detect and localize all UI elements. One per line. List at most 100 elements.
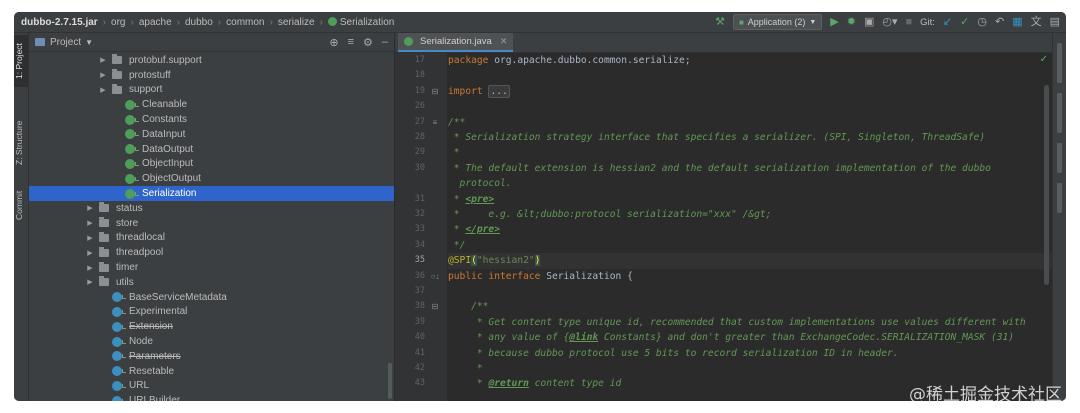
locate-icon[interactable]: ⊕ xyxy=(329,36,338,49)
rollback-icon[interactable]: ↶ xyxy=(995,12,1004,32)
code-line[interactable]: * Serialization strategy interface that … xyxy=(448,130,1052,145)
code-line[interactable]: /** xyxy=(448,299,1052,314)
code-area[interactable]: package org.apache.dubbo.common.serializ… xyxy=(448,53,1052,401)
run-icon[interactable]: ▶ xyxy=(830,12,838,32)
code-line[interactable]: import ... xyxy=(448,84,1052,99)
tree-item[interactable]: ▶ timer xyxy=(29,260,394,275)
hide-icon[interactable]: – xyxy=(382,36,388,48)
code-line[interactable]: */ xyxy=(448,238,1052,253)
history-icon[interactable]: ◷ xyxy=(977,12,987,32)
tree-item[interactable]: Cleanable xyxy=(29,97,394,112)
code-line[interactable]: * <pre> xyxy=(448,192,1052,207)
translate-icon[interactable]: 文 xyxy=(1031,12,1042,32)
breadcrumb-item[interactable]: apache xyxy=(138,17,173,28)
breadcrumb-item[interactable]: org xyxy=(110,17,126,28)
breadcrumb-label: serialize xyxy=(277,16,315,28)
fold-icon[interactable]: ⊟ xyxy=(428,84,442,99)
right-tool-tab[interactable] xyxy=(1057,143,1062,173)
git-commit-icon[interactable]: ✓ xyxy=(960,12,969,32)
tree-item[interactable]: Serialization xyxy=(29,186,394,201)
right-tool-tab[interactable] xyxy=(1057,183,1062,213)
code-line[interactable]: * </pre> xyxy=(448,222,1052,237)
run-configuration-select[interactable]: ■ Application (2) ▼ xyxy=(732,14,823,30)
collapse-all-icon[interactable]: ≡ xyxy=(348,36,354,48)
debug-icon[interactable]: ✹ xyxy=(847,12,856,32)
code-line[interactable]: @SPI("hessian2") xyxy=(448,253,1052,269)
code-line[interactable]: * any value of {@link Constants} and don… xyxy=(448,330,1052,345)
tree-item[interactable]: ▶ protobuf.support xyxy=(29,53,394,68)
expand-arrow-icon[interactable]: ▶ xyxy=(85,249,95,257)
expand-arrow-icon[interactable]: ▶ xyxy=(85,278,95,286)
right-tool-tab[interactable] xyxy=(1057,93,1062,133)
breadcrumb-item[interactable]: dubbo xyxy=(184,17,214,28)
expand-arrow-icon[interactable]: ▶ xyxy=(85,219,95,227)
tree-item[interactable]: ▶ utils xyxy=(29,275,394,290)
implementations-gutter-icon[interactable]: ○↓ xyxy=(428,269,442,284)
expand-arrow-icon[interactable]: ▶ xyxy=(85,234,95,242)
layout-icon[interactable]: ▤ xyxy=(1050,12,1060,32)
tree-item[interactable]: ObjectOutput xyxy=(29,171,394,186)
code-line[interactable]: * because dubbo protocol use 5 bits to r… xyxy=(448,346,1052,361)
tree-item[interactable]: ObjectInput xyxy=(29,157,394,172)
tree-item[interactable]: ▶ store xyxy=(29,216,394,231)
code-line[interactable]: protocol. xyxy=(448,176,1052,191)
tree-item[interactable]: URL xyxy=(29,379,394,394)
tree-item[interactable]: DataOutput xyxy=(29,142,394,157)
code-line[interactable]: /** xyxy=(448,115,1052,130)
tree-item[interactable]: Constants xyxy=(29,112,394,127)
breadcrumb-item[interactable]: common xyxy=(225,17,265,28)
expand-arrow-icon[interactable]: ▶ xyxy=(98,56,108,64)
fold-icon[interactable]: ⊟ xyxy=(428,299,442,314)
tree-item[interactable]: ▶ status xyxy=(29,201,394,216)
code-line[interactable]: * xyxy=(448,145,1052,160)
tab-structure[interactable]: Z: Structure xyxy=(14,111,28,175)
project-scrollbar[interactable] xyxy=(388,363,392,399)
code-line[interactable]: package org.apache.dubbo.common.serializ… xyxy=(448,53,1052,68)
editor-scrollbar[interactable] xyxy=(1044,85,1049,285)
tree-item[interactable]: BaseServiceMetadata xyxy=(29,290,394,305)
code-line[interactable]: * The default extension is hessian2 and … xyxy=(448,161,1052,176)
tree-item[interactable]: Extension xyxy=(29,319,394,334)
breadcrumb-item[interactable]: dubbo-2.7.15.jar xyxy=(20,17,99,28)
tree-item[interactable]: Resetable xyxy=(29,364,394,379)
coverage-icon[interactable]: ▣ xyxy=(864,12,874,32)
tree-item[interactable]: DataInput xyxy=(29,127,394,142)
breadcrumb-item[interactable]: Serialization xyxy=(327,16,395,28)
git-update-icon[interactable]: ↙ xyxy=(943,12,952,32)
tree-item[interactable]: Experimental xyxy=(29,305,394,320)
hammer-icon[interactable]: ⚒ xyxy=(715,12,725,32)
project-title[interactable]: Project xyxy=(50,37,81,48)
project-structure-icon[interactable]: ▦ xyxy=(1012,12,1022,32)
profile-icon[interactable]: ◴▾ xyxy=(882,12,897,32)
inspection-ok-icon[interactable]: ✓ xyxy=(1040,54,1048,65)
chevron-down-icon[interactable]: ▼ xyxy=(85,38,93,47)
tree-item[interactable]: ▶ threadlocal xyxy=(29,231,394,246)
code-line[interactable]: * e.g. &lt;dubbo:protocol serialization=… xyxy=(448,207,1052,222)
code-line[interactable]: * Get content type unique id, recommende… xyxy=(448,315,1052,330)
tree-item[interactable]: Parameters xyxy=(29,349,394,364)
code-line[interactable]: public interface Serialization { xyxy=(448,269,1052,284)
code-line[interactable] xyxy=(448,68,1052,83)
expand-arrow-icon[interactable]: ▶ xyxy=(85,264,95,272)
expand-arrow-icon[interactable]: ▶ xyxy=(85,204,95,212)
tree-item[interactable]: ▶ threadpool xyxy=(29,245,394,260)
tab-commit[interactable]: Commit xyxy=(14,183,28,227)
expand-arrow-icon[interactable]: ▶ xyxy=(98,86,108,94)
code-line[interactable] xyxy=(448,99,1052,114)
gear-icon[interactable]: ⚙ xyxy=(363,36,373,49)
code-token: * because dubbo protocol use 5 bits to r… xyxy=(448,347,899,359)
editor-tab[interactable]: Serialization.java ✕ xyxy=(398,33,514,52)
right-tool-tab[interactable] xyxy=(1057,43,1062,83)
doc-render-icon[interactable]: ≡ xyxy=(428,115,442,130)
expand-arrow-icon[interactable]: ▶ xyxy=(98,71,108,79)
tab-project[interactable]: 1: Project xyxy=(14,35,28,87)
tree-item[interactable]: ▶ support xyxy=(29,83,394,98)
code-line[interactable]: * xyxy=(448,361,1052,376)
close-icon[interactable]: ✕ xyxy=(500,36,508,47)
breadcrumb-item[interactable]: serialize xyxy=(277,17,316,28)
tree-item[interactable]: URLBuilder xyxy=(29,393,394,401)
tree-item[interactable]: Node xyxy=(29,334,394,349)
stop-icon[interactable]: ■ xyxy=(905,12,912,32)
tree-item[interactable]: ▶ protostuff xyxy=(29,68,394,83)
code-line[interactable] xyxy=(448,284,1052,299)
